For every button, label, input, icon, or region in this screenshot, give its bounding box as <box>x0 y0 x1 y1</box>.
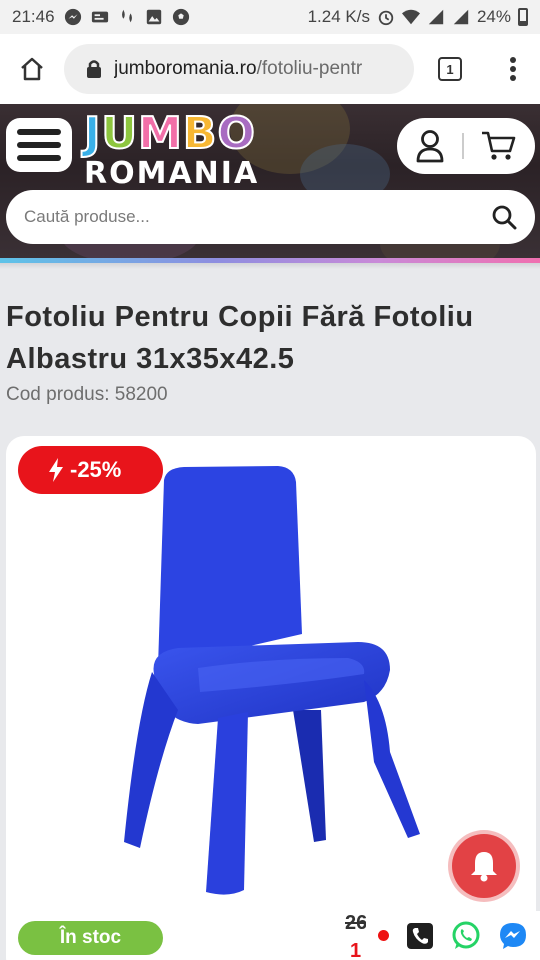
phone-icon[interactable] <box>406 922 434 950</box>
football-notification-icon <box>172 8 189 26</box>
menu-icon-bar <box>17 155 61 161</box>
status-time: 21:46 <box>12 7 55 26</box>
news-notification-icon <box>91 11 108 23</box>
whatsapp-icon[interactable] <box>451 921 481 951</box>
messenger-icon[interactable] <box>498 921 528 951</box>
image-notification-icon <box>146 9 161 25</box>
bell-icon <box>471 852 497 882</box>
more-vert-icon <box>510 57 516 81</box>
logo-letter: M <box>137 108 183 159</box>
tab-count: 1 <box>438 57 462 81</box>
browser-menu-button[interactable] <box>486 34 540 104</box>
url-path: /fotoliu-pentr <box>256 58 363 79</box>
url-text: jumboromania.ro/fotoliu-pentr <box>114 58 362 80</box>
wifi-icon <box>401 9 420 25</box>
header-shadow <box>0 263 540 269</box>
shopping-cart-icon[interactable] <box>481 130 517 162</box>
lightning-icon <box>49 458 63 482</box>
alarm-icon <box>378 10 394 26</box>
divider <box>461 133 464 159</box>
menu-icon-bar <box>17 129 61 135</box>
battery-icon <box>518 8 528 26</box>
signal-icon <box>428 9 444 25</box>
address-bar[interactable]: jumboromania.ro/fotoliu-pentr <box>64 44 414 94</box>
logo-letter: B <box>182 108 218 159</box>
home-button[interactable] <box>0 34 64 104</box>
home-icon <box>21 57 43 81</box>
status-bar: 21:46 1.24 K/s 24% <box>0 0 540 34</box>
product-title: Fotoliu Pentru Copii Fără Fotoliu Albast… <box>6 301 474 375</box>
lock-icon <box>87 60 101 78</box>
drop-notification-icon <box>121 9 132 23</box>
logo-letter: U <box>100 108 139 159</box>
discount-text: -25% <box>70 457 122 482</box>
jumbo-logo[interactable]: JUMBO ROMANIA <box>83 108 274 194</box>
logo-romania-text: ROMANIA <box>84 156 260 191</box>
signal-2-icon <box>453 9 469 25</box>
battery-level: 24% <box>476 7 511 26</box>
product-image-chair[interactable] <box>118 462 428 902</box>
menu-button[interactable] <box>6 118 72 172</box>
search-bar <box>6 190 535 244</box>
product-code: Cod produs: 58200 <box>6 384 168 405</box>
logo-letter: J <box>83 108 102 159</box>
site-header: JUMBO ROMANIA <box>0 104 540 258</box>
user-account-icon[interactable] <box>415 129 445 163</box>
search-input[interactable] <box>24 207 491 227</box>
contact-widget <box>366 911 540 960</box>
tab-switcher-button[interactable]: 1 <box>414 34 486 104</box>
account-cart-group <box>397 118 535 174</box>
menu-icon-bar <box>17 142 61 148</box>
live-indicator <box>378 930 390 941</box>
stock-status-badge: În stoc <box>18 921 163 955</box>
browser-toolbar: jumboromania.ro/fotoliu-pentr 1 <box>0 34 540 104</box>
search-icon[interactable] <box>491 204 517 230</box>
logo-letter: O <box>216 108 256 159</box>
notification-bell-button[interactable] <box>452 834 516 898</box>
url-domain: jumboromania.ro <box>114 58 257 79</box>
messenger-notification-icon <box>64 8 81 26</box>
logo-jumbo-text: JUMBO <box>83 108 274 159</box>
network-speed: 1.24 K/s <box>307 7 370 26</box>
